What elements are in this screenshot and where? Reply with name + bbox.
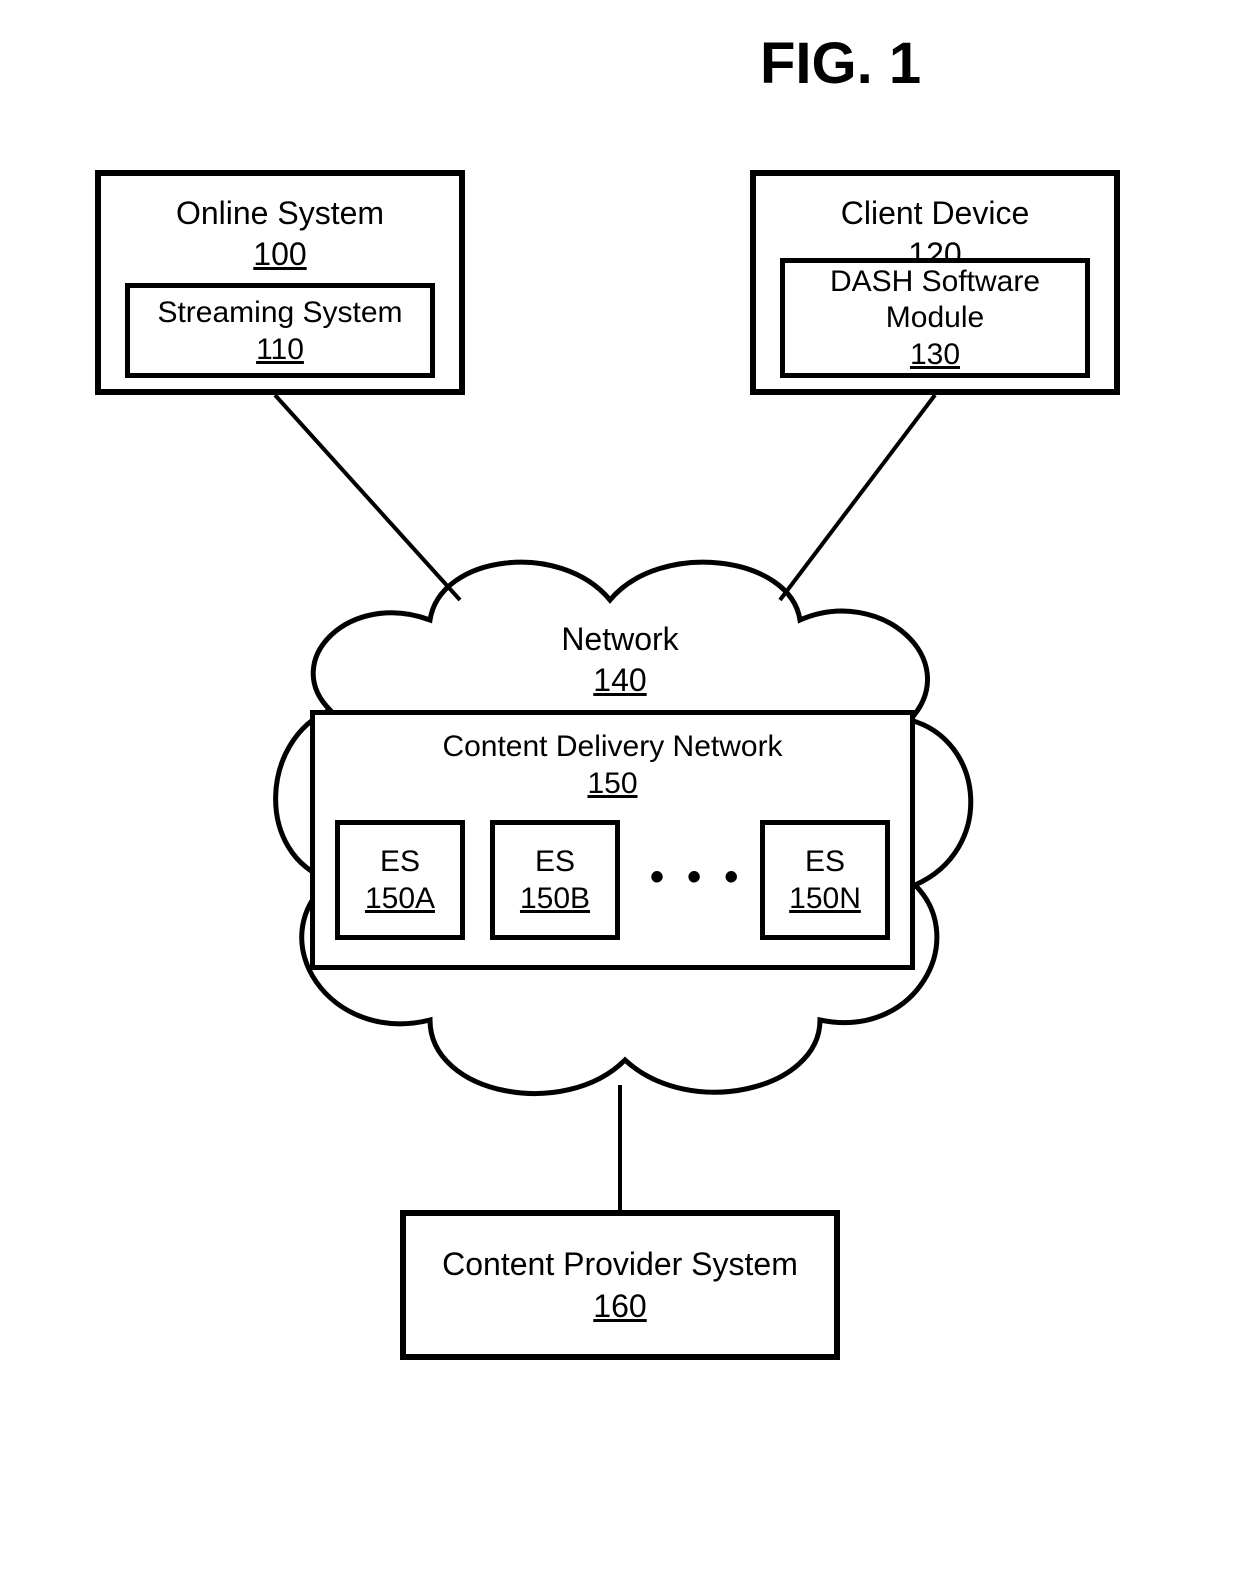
online-system-label: Online System [176,194,384,232]
client-device-label: Client Device [841,194,1030,232]
network-number: 140 [470,662,770,699]
content-provider-number: 160 [593,1288,646,1325]
dash-module-label-1: DASH Software [830,264,1040,300]
connector-client-to-network [780,395,935,600]
online-system-number: 100 [253,236,306,273]
cdn-number: 150 [587,767,637,801]
es-150a-box: ES 150A [335,820,465,940]
es-ellipsis: • • • [650,855,744,900]
streaming-system-number: 110 [256,333,304,367]
es-150n-label: ES [805,844,845,880]
diagram-canvas: FIG. 1 Online System 100 Streaming Syste… [0,0,1240,1577]
es-150a-label: ES [380,844,420,880]
dash-module-number: 130 [910,338,960,372]
network-label-group: Network 140 [470,620,770,699]
es-150b-number: 150B [520,882,590,916]
streaming-system-box: Streaming System 110 [125,283,435,378]
network-label: Network [470,620,770,658]
content-provider-label: Content Provider System [442,1245,798,1283]
cdn-label: Content Delivery Network [442,729,782,765]
connector-online-to-network [275,395,460,600]
es-150b-box: ES 150B [490,820,620,940]
figure-title: FIG. 1 [760,30,921,97]
streaming-system-label: Streaming System [157,295,402,331]
content-provider-box: Content Provider System 160 [400,1210,840,1360]
es-150a-number: 150A [365,882,435,916]
es-150n-number: 150N [789,882,861,916]
es-150b-label: ES [535,844,575,880]
dash-module-box: DASH Software Module 130 [780,258,1090,378]
es-150n-box: ES 150N [760,820,890,940]
dash-module-label-2: Module [886,300,984,336]
